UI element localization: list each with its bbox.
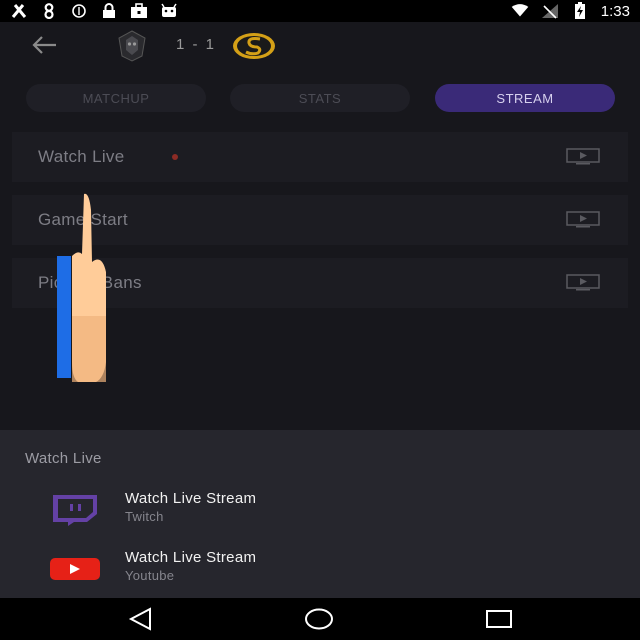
- back-arrow-icon[interactable]: [30, 34, 58, 56]
- bottom-sheet: Watch Live Watch Live Stream Twitch Watc…: [0, 430, 640, 598]
- match-header: 1 - 1: [0, 22, 640, 70]
- match-score: 1 - 1: [176, 36, 217, 53]
- android-icon: [160, 3, 178, 19]
- wifi-icon: [511, 3, 529, 19]
- tab-label: STREAM: [496, 90, 554, 106]
- option-subtitle: Youtube: [125, 568, 175, 583]
- team-logo-g2-icon: [118, 30, 146, 62]
- tab-matchup[interactable]: MATCHUP: [26, 84, 206, 112]
- option-title: Watch Live Stream: [125, 549, 257, 566]
- battery-charging-icon: [571, 2, 589, 19]
- back-triangle-icon[interactable]: [126, 606, 156, 632]
- option-subtitle: Twitch: [125, 509, 164, 524]
- video-icon: [566, 148, 600, 165]
- tab-label: MATCHUP: [82, 90, 150, 106]
- tab-stats[interactable]: STATS: [230, 84, 410, 112]
- status-bar: 1:33: [0, 0, 640, 22]
- signal-off-icon: [541, 3, 559, 19]
- tab-bar: MATCHUP STATS STREAM: [26, 84, 616, 112]
- navigation-bar: [0, 598, 640, 640]
- video-icon: [566, 274, 600, 291]
- circle-icon: [70, 3, 88, 19]
- recents-square-icon[interactable]: [484, 606, 514, 632]
- tab-stream[interactable]: STREAM: [435, 84, 615, 112]
- live-indicator: [172, 154, 178, 160]
- twitch-icon: [53, 495, 97, 526]
- no-sim-icon: [10, 3, 28, 19]
- briefcase-icon: [130, 3, 148, 19]
- home-circle-icon[interactable]: [304, 606, 334, 632]
- eight-icon: [40, 3, 58, 19]
- option-title: Watch Live Stream: [125, 490, 257, 507]
- option-youtube[interactable]: Watch Live Stream Youtube: [0, 545, 640, 593]
- stream-row-watch-live[interactable]: Watch Live: [12, 132, 628, 182]
- youtube-icon: [50, 558, 100, 580]
- tab-label: STATS: [298, 90, 342, 106]
- clock: 1:33: [600, 2, 630, 20]
- video-icon: [566, 211, 600, 228]
- lock-icon: [100, 3, 118, 19]
- team-logo-splyce-icon: [233, 33, 275, 59]
- tap-hand-icon: [57, 193, 106, 382]
- sheet-title: Watch Live: [25, 450, 102, 467]
- row-label: Watch Live: [38, 147, 125, 166]
- option-twitch[interactable]: Watch Live Stream Twitch: [0, 486, 640, 534]
